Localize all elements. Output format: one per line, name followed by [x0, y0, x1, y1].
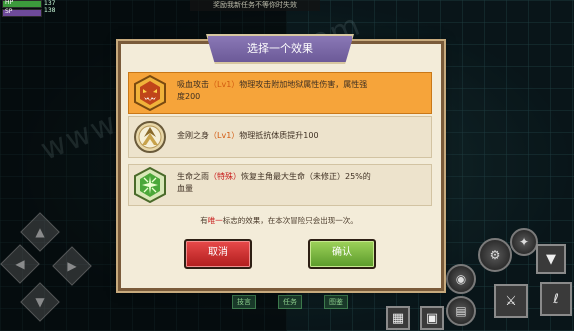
- bag-button[interactable]: ▣: [420, 306, 444, 330]
- sword-icon: ⚔: [505, 293, 517, 309]
- hp-bar: HP: [2, 0, 42, 8]
- note-prefix: 有: [200, 216, 208, 225]
- option-desc: 恢复主角最大生命（未修正）25%的: [241, 172, 371, 181]
- option-text: 吸血攻击（Lv1）物理攻击附加地狱属性伤害，属性强 度200: [177, 79, 421, 103]
- dpad-up-icon: ▲: [35, 225, 45, 239]
- confirm-button[interactable]: 确认: [308, 239, 376, 269]
- rune-icon: ℓ: [553, 291, 559, 307]
- sp-value: 138: [44, 7, 56, 14]
- tab-skills[interactable]: 技言: [232, 295, 256, 309]
- tab-codex[interactable]: 图鉴: [324, 295, 348, 309]
- option-diamond-body[interactable]: 金刚之身（Lv1）物理抵抗体质提升100: [128, 116, 432, 158]
- wolf-skill-button[interactable]: ▼: [536, 244, 566, 274]
- attack-button[interactable]: ⚔: [494, 284, 528, 318]
- dpad-down-icon: ▼: [35, 295, 45, 309]
- book-icon: ▤: [455, 304, 467, 318]
- note-suffix: 标志的效果，在本次冒险只会出现一次。: [222, 216, 358, 225]
- option-desc: 物理抵抗体质提升100: [239, 131, 319, 140]
- map-icon: ▦: [391, 310, 405, 326]
- top-hint-banner: 奖励我新任务不等你时失效: [190, 0, 320, 11]
- life-rain-icon: [134, 167, 166, 203]
- bag-icon: ▣: [425, 310, 439, 326]
- skill-button-4[interactable]: ▤: [446, 296, 476, 326]
- hp-value: 137: [44, 0, 56, 7]
- option-life-rain[interactable]: 生命之雨（特殊）恢复主角最大生命（未修正）25%的 血量: [128, 164, 432, 206]
- sp-label: SP: [5, 8, 13, 15]
- spark-icon: ✦: [518, 235, 530, 249]
- hud-bars: HP SP: [2, 0, 42, 18]
- orb-icon: ◉: [455, 272, 467, 286]
- dpad-left-icon: ◀: [15, 257, 25, 271]
- option-vampire-attack[interactable]: 吸血攻击（Lv1）物理攻击附加地狱属性伤害，属性强 度200: [128, 72, 432, 114]
- hp-label: HP: [5, 0, 14, 6]
- skill-button-3[interactable]: ◉: [446, 264, 476, 294]
- special-button[interactable]: ℓ: [540, 282, 572, 316]
- option-desc-cont: 度200: [177, 92, 201, 101]
- option-name: 生命之雨: [177, 172, 209, 181]
- option-desc: 物理攻击附加地狱属性伤害，属性强: [239, 80, 368, 89]
- dpad-right-icon: ▶: [67, 259, 77, 273]
- vampire-mask-icon: [134, 75, 166, 111]
- sp-bar: SP: [2, 8, 42, 17]
- option-desc-cont: 血量: [177, 184, 193, 193]
- option-name: 吸血攻击: [177, 80, 209, 89]
- cancel-button[interactable]: 取消: [184, 239, 252, 269]
- option-text: 金刚之身（Lv1）物理抵抗体质提升100: [177, 130, 421, 142]
- hud-values: 137 138: [44, 0, 55, 14]
- uniqueness-note: 有唯一标志的效果，在本次冒险只会出现一次。: [128, 215, 430, 226]
- map-button[interactable]: ▦: [386, 306, 410, 330]
- skill-button-1[interactable]: ⚙: [478, 238, 512, 272]
- note-highlight: 唯一: [207, 216, 223, 225]
- option-name: 金刚之身: [177, 131, 209, 140]
- skill-button-2[interactable]: ✦: [510, 228, 538, 256]
- diamond-body-icon: [134, 121, 166, 153]
- tab-quests[interactable]: 任务: [278, 295, 302, 309]
- option-level: （Lv1）: [209, 131, 240, 140]
- option-tag: （特殊）: [209, 172, 241, 181]
- option-level: （Lv1）: [209, 80, 240, 89]
- dialog-title: 选择一个效果: [206, 34, 354, 64]
- option-text: 生命之雨（特殊）恢复主角最大生命（未修正）25%的 血量: [177, 171, 421, 195]
- gear-icon: ⚙: [489, 248, 501, 262]
- wolf-icon: ▼: [546, 251, 556, 267]
